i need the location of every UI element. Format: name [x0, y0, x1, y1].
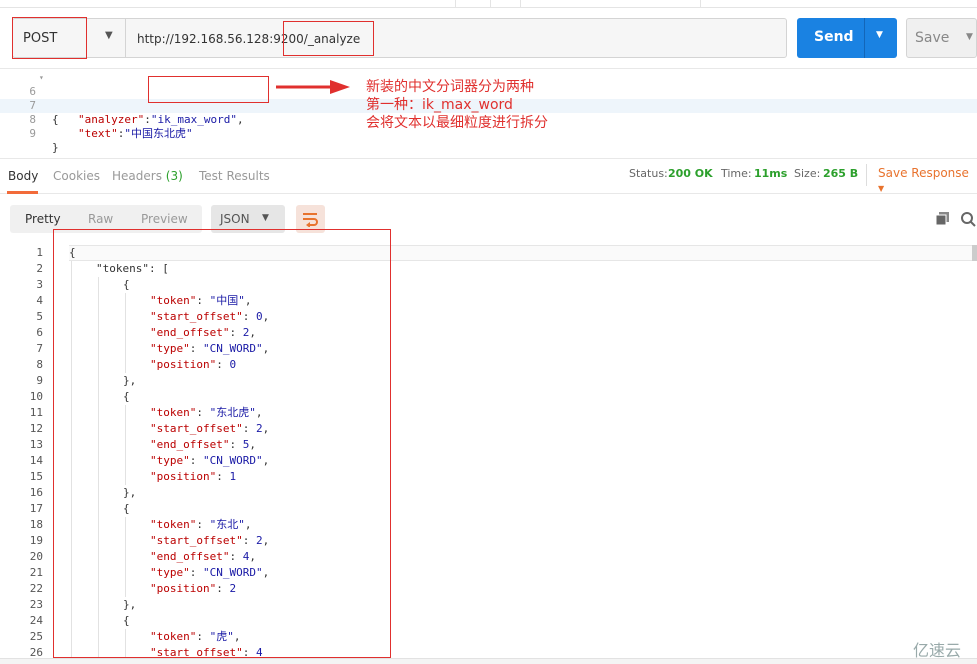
size-label: Size: — [794, 167, 821, 180]
line-number: 20 — [29, 550, 43, 563]
chevron-down-icon: ▼ — [105, 30, 113, 41]
chevron-down-icon: ▼ — [262, 213, 269, 223]
line-number: 16 — [29, 486, 43, 499]
preview-button[interactable]: Preview — [141, 212, 188, 226]
size-value: 265 B — [823, 167, 859, 180]
editor-line: 7 "analyzer":"ik_max_word", — [29, 99, 244, 126]
line-number: 10 — [29, 390, 43, 403]
line-number: 19 — [29, 534, 43, 547]
line-number: 25 — [29, 630, 43, 643]
line-number: 24 — [29, 614, 43, 627]
line-number: 18 — [29, 518, 43, 531]
analyzer-highlight-box — [148, 76, 269, 103]
line-number: 9 — [36, 374, 43, 387]
line-number: 15 — [29, 470, 43, 483]
raw-button[interactable]: Raw — [88, 212, 113, 226]
status-bar — [0, 658, 977, 664]
response-tabs: Body Cookies Headers (3) Test Results St… — [0, 158, 977, 194]
editor-line: 6 ▾ { — [29, 73, 59, 126]
save-response-button[interactable]: Save Response ▼ — [878, 166, 977, 194]
request-bar: POST ▼ http://192.168.56.128:9200/_analy… — [0, 8, 977, 68]
editor-line: 8 "text":"中国东北虎" — [29, 113, 193, 140]
tab-test-results[interactable]: Test Results — [199, 169, 270, 183]
arrow-right-icon — [276, 80, 350, 94]
line-number: 23 — [29, 598, 43, 611]
annotation-text: 新装的中文分词器分为两种 第一种：ik_max_word 会将文本以最细粒度进行… — [366, 78, 548, 132]
headers-count-badge: (3) — [165, 169, 183, 183]
time-value: 11ms — [754, 167, 788, 180]
annotation-line-1: 新装的中文分词器分为两种 — [366, 79, 534, 95]
method-highlight-box — [12, 17, 87, 59]
annotation-line-2: 第一种：ik_max_word — [366, 97, 513, 113]
line-number: 22 — [29, 582, 43, 595]
wrap-lines-icon — [303, 213, 318, 227]
chevron-down-icon: ▼ — [878, 184, 885, 193]
line-number: 17 — [29, 502, 43, 515]
fold-arrow-icon[interactable]: ▾ — [39, 71, 44, 85]
send-options-chevron-icon[interactable]: ▼ — [876, 30, 883, 40]
pretty-button[interactable]: Pretty — [25, 212, 61, 226]
line-number: 12 — [29, 422, 43, 435]
endpoint-highlight-box — [283, 21, 374, 56]
tab-headers[interactable]: Headers (3) — [112, 169, 183, 183]
save-button[interactable]: Save ▼ — [906, 18, 977, 58]
line-number: 4 — [36, 294, 43, 307]
send-button[interactable]: Send ▼ — [797, 18, 897, 58]
time-label: Time: — [721, 167, 752, 180]
line-number: 8 — [36, 358, 43, 371]
tab-strip — [0, 0, 977, 8]
annotation-line-3: 会将文本以最细粒度进行拆分 — [366, 115, 548, 131]
line-number: 6 — [36, 326, 43, 339]
status-label: Status: — [629, 167, 668, 180]
copy-icon[interactable] — [935, 211, 950, 226]
active-tab-underline — [7, 191, 38, 194]
search-icon[interactable] — [960, 211, 977, 227]
line-number: 13 — [29, 438, 43, 451]
url-input[interactable]: http://192.168.56.128:9200/_analyze — [125, 18, 787, 58]
line-number: 3 — [36, 278, 43, 291]
tab-cookies[interactable]: Cookies — [53, 169, 100, 183]
response-highlight-box — [53, 229, 391, 658]
save-label: Save — [915, 30, 950, 46]
line-number: 1 — [36, 246, 43, 259]
line-number: 2 — [36, 262, 43, 275]
line-number: 21 — [29, 566, 43, 579]
line-number: 5 — [36, 310, 43, 323]
save-options-chevron-icon[interactable]: ▼ — [966, 32, 973, 42]
send-divider — [864, 18, 865, 58]
status-divider — [866, 164, 867, 186]
status-value: 200 OK — [668, 167, 713, 180]
send-label: Send — [814, 29, 854, 45]
line-number: 11 — [29, 406, 43, 419]
tab-body[interactable]: Body — [8, 169, 38, 183]
line-number: 14 — [29, 454, 43, 467]
format-label: JSON — [220, 212, 250, 226]
editor-line: 9 } — [29, 127, 59, 154]
line-number: 7 — [36, 342, 43, 355]
